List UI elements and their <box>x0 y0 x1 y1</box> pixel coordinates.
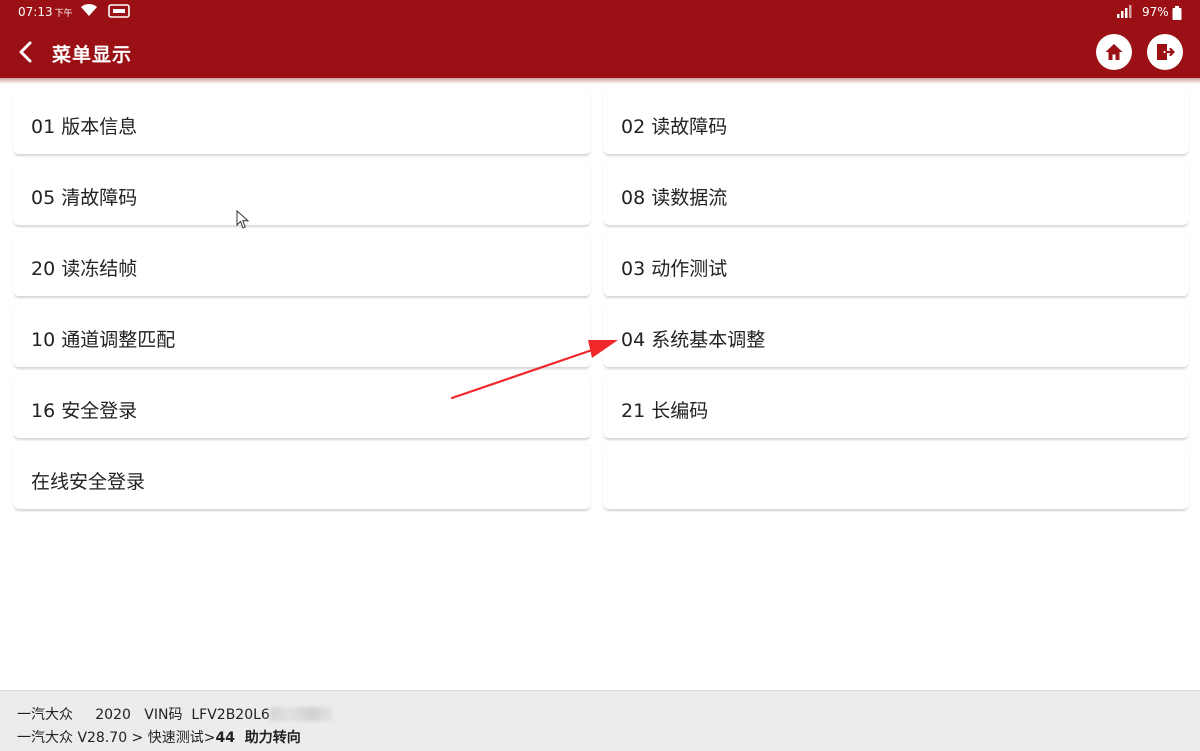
app-header: 菜单显示 <box>0 26 1200 78</box>
menu-item-label: 05 清故障码 <box>31 187 138 209</box>
battery-icon <box>1172 6 1182 23</box>
menu-item-empty <box>603 445 1189 509</box>
menu-item-online-security-login[interactable]: 在线安全登录 <box>13 445 591 509</box>
menu-item-read-fault-codes[interactable]: 02 读故障码 <box>603 90 1189 154</box>
vehicle-info-footer: 一汽大众 2020 VIN码 LFV2B20L6 一汽大众 V28.70 > 快… <box>0 690 1200 751</box>
vin-value: LFV2B20L6 <box>191 707 270 723</box>
menu-item-action-test[interactable]: 03 动作测试 <box>603 232 1189 296</box>
menu-item-label: 08 读数据流 <box>621 187 728 209</box>
vin-redacted <box>269 707 332 721</box>
vin-label: VIN码 <box>144 707 183 723</box>
menu-item-label: 02 读故障码 <box>621 116 728 138</box>
menu-item-version-info[interactable]: 01 版本信息 <box>13 90 591 154</box>
menu-item-basic-settings[interactable]: 04 系统基本调整 <box>603 303 1189 367</box>
menu-item-label: 01 版本信息 <box>31 116 138 138</box>
status-bar: 07:13 下午 97% <box>0 0 1200 26</box>
home-button[interactable] <box>1096 34 1132 70</box>
page-title: 菜单显示 <box>52 44 133 66</box>
status-time-value: 07:13 <box>18 5 53 19</box>
path-current: 44 助力转向 <box>215 730 301 746</box>
menu-item-label: 10 通道调整匹配 <box>31 329 176 351</box>
menu-item-label: 21 长编码 <box>621 400 709 422</box>
wifi-icon <box>80 3 98 20</box>
screen: 07:13 下午 97% 菜单显示 01 版本信息 02 读故障码 05 清故障… <box>0 0 1200 751</box>
vehicle-info-line: 一汽大众 2020 VIN码 LFV2B20L6 <box>17 704 332 724</box>
menu-item-read-data-stream[interactable]: 08 读数据流 <box>603 161 1189 225</box>
status-ampm: 下午 <box>54 9 73 19</box>
exit-button[interactable] <box>1147 34 1183 70</box>
menu-item-clear-fault-codes[interactable]: 05 清故障码 <box>13 161 591 225</box>
menu-item-channel-adaptation[interactable]: 10 通道调整匹配 <box>13 303 591 367</box>
message-icon <box>108 4 130 21</box>
back-arrow-icon <box>19 41 32 63</box>
vehicle-brand: 一汽大众 <box>17 707 73 723</box>
vehicle-year: 2020 <box>95 707 131 723</box>
menu-item-label: 03 动作测试 <box>621 258 728 280</box>
exit-icon <box>1157 44 1175 60</box>
battery-percent: 97% <box>1142 5 1169 19</box>
menu-item-label: 04 系统基本调整 <box>621 329 766 351</box>
header-shadow <box>0 78 1200 84</box>
menu-item-read-freeze-frame[interactable]: 20 读冻结帧 <box>13 232 591 296</box>
menu-item-label: 20 读冻结帧 <box>31 258 138 280</box>
home-icon <box>1105 44 1123 60</box>
menu-grid: 01 版本信息 02 读故障码 05 清故障码 08 读数据流 20 读冻结帧 … <box>0 90 1200 690</box>
navigation-path: 一汽大众 V28.70 > 快速测试>44 助力转向 <box>17 727 301 747</box>
status-time: 07:13 下午 <box>18 5 73 19</box>
menu-item-security-login[interactable]: 16 安全登录 <box>13 374 591 438</box>
signal-icon <box>1116 4 1132 21</box>
back-button[interactable] <box>12 38 40 66</box>
menu-item-long-coding[interactable]: 21 长编码 <box>603 374 1189 438</box>
mouse-cursor-icon <box>236 209 250 234</box>
path-prefix: 一汽大众 V28.70 > 快速测试> <box>17 730 216 746</box>
menu-item-label: 在线安全登录 <box>31 471 146 493</box>
menu-item-label: 16 安全登录 <box>31 400 138 422</box>
